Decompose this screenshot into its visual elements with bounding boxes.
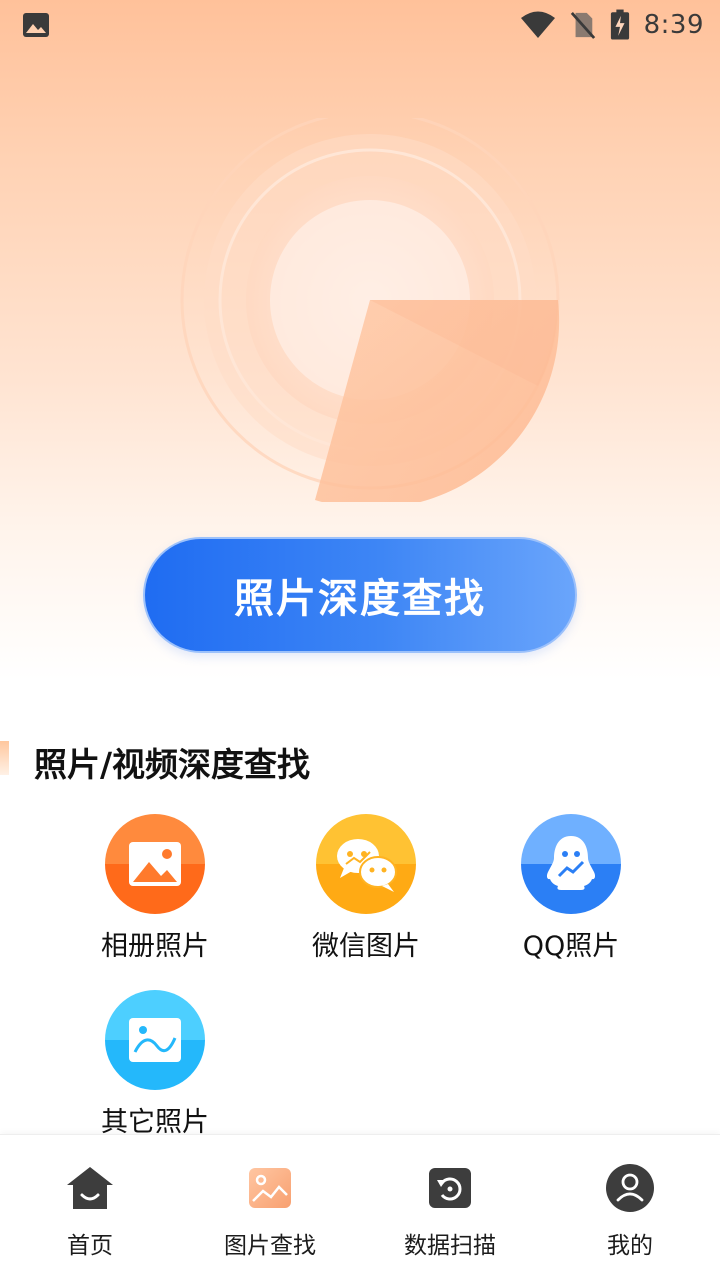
status-icons: 8:39: [520, 8, 704, 42]
category-album-photos[interactable]: 相册照片: [65, 814, 245, 963]
photo-deep-search-button[interactable]: 照片深度查找: [143, 537, 577, 653]
nav-label: 图片查找: [224, 1233, 316, 1259]
battery-charging-icon: [610, 9, 629, 40]
section-title: 照片/视频深度查找: [34, 745, 311, 784]
nav-item-profile[interactable]: 我的: [540, 1135, 720, 1280]
status-bar: 8:39: [0, 0, 720, 50]
image-icon: [23, 13, 49, 37]
nav-item-data-scan[interactable]: 数据扫描: [360, 1135, 540, 1280]
category-qq-photos[interactable]: QQ照片: [481, 814, 661, 963]
nav-label: 数据扫描: [404, 1233, 496, 1259]
qq-icon: [521, 814, 621, 914]
other-photo-icon: [105, 990, 205, 1090]
category-label: QQ照片: [522, 931, 620, 962]
data-scan-icon: [429, 1168, 471, 1208]
nav-item-home[interactable]: 首页: [0, 1135, 180, 1280]
status-time: 8:39: [643, 10, 704, 40]
category-label: 相册照片: [101, 931, 209, 962]
home-icon: [67, 1167, 113, 1209]
album-photo-icon: [105, 814, 205, 914]
nav-label: 我的: [607, 1233, 653, 1259]
radar-scan-icon: [180, 118, 560, 502]
bottom-nav: 首页 图片查找 数据扫描 我的: [0, 1134, 720, 1280]
wechat-icon: [316, 814, 416, 914]
wifi-icon: [520, 11, 555, 38]
app-screen: 8:39 照片深度查找 照片/视频深度查找 相册照片 微信图片 QQ照片 其它照…: [0, 0, 720, 1280]
nav-label: 首页: [67, 1233, 113, 1259]
nav-item-picture-search[interactable]: 图片查找: [180, 1135, 360, 1280]
category-other-photos[interactable]: 其它照片: [65, 990, 245, 1139]
category-wechat-images[interactable]: 微信图片: [276, 814, 456, 963]
section-marker: [0, 741, 9, 775]
category-label: 微信图片: [312, 931, 420, 962]
no-sim-icon: [570, 12, 595, 39]
profile-icon: [606, 1164, 654, 1212]
picture-search-icon: [249, 1168, 291, 1208]
